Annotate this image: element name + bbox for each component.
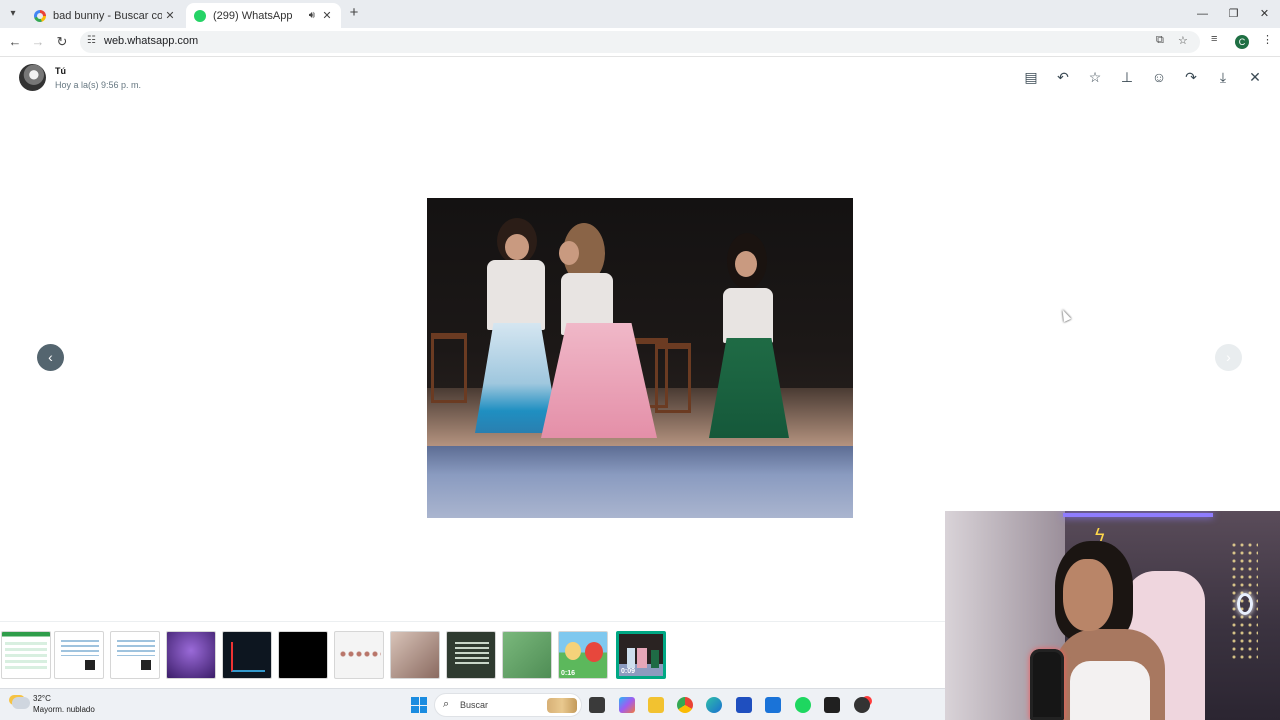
tab-title: (299) WhatsApp	[213, 9, 293, 22]
capcut-icon[interactable]	[824, 697, 840, 713]
thumbnail-spreadsheet[interactable]	[1, 631, 51, 679]
profile-avatar[interactable]: C	[1235, 35, 1249, 49]
forward-arrow-icon[interactable]: →	[29, 33, 47, 51]
task-view-icon[interactable]	[589, 697, 605, 713]
close-tab-icon[interactable]: ✕	[162, 9, 178, 22]
search-placeholder: Buscar	[460, 700, 489, 710]
download-icon[interactable]: ⤓	[1215, 69, 1231, 85]
thumbnail-document-qr[interactable]	[54, 631, 104, 679]
speaker-icon[interactable]: 🔊︎	[309, 10, 315, 21]
thumbnail-poster-dark[interactable]	[446, 631, 496, 679]
forward-icon[interactable]: ↷	[1183, 69, 1199, 85]
tab-title: bad bunny - Buscar con Google	[53, 9, 162, 22]
thumbnail-photo-green[interactable]	[502, 631, 552, 679]
google-icon	[34, 9, 46, 22]
emoji-icon[interactable]: ☺	[1151, 69, 1167, 85]
minimize-icon[interactable]: —	[1187, 0, 1218, 28]
close-icon[interactable]: ✕	[1247, 69, 1263, 85]
weather-temperature: 32°C	[33, 694, 51, 703]
outlook-icon[interactable]	[765, 697, 781, 713]
restore-icon[interactable]: ❐	[1218, 0, 1249, 28]
chrome-icon[interactable]	[677, 697, 693, 713]
new-tab-button[interactable]: +	[346, 5, 362, 21]
media-video-frame[interactable]	[427, 198, 853, 518]
taskbar-search[interactable]: ⌕ Buscar	[434, 693, 582, 717]
close-tab-icon[interactable]: ✕	[319, 9, 335, 22]
search-highlight-image	[547, 698, 577, 713]
thumbnail-black[interactable]	[278, 631, 328, 679]
streaming-app-icon[interactable]	[854, 697, 870, 713]
webcam-overlay: ϟ	[945, 511, 1280, 720]
browser-toolbar: ← → ↻ ☷ web.whatsapp.com ⧉ ☆ ≡ C ⋮	[0, 28, 1280, 57]
thumbnail-document-faces[interactable]	[334, 631, 384, 679]
bookmark-star-icon[interactable]: ☆	[1178, 34, 1188, 47]
streamer-top	[1070, 661, 1150, 720]
site-info-icon[interactable]: ☷	[87, 35, 96, 46]
sender-avatar[interactable]	[19, 64, 46, 91]
tab-google-search[interactable]: bad bunny - Buscar con Google ✕	[26, 3, 184, 28]
thumbnail-video-stage-selected[interactable]: 0:09	[616, 631, 666, 679]
sent-timestamp: Hoy a la(s) 9:56 p. m.	[55, 80, 142, 90]
star-icon[interactable]: ☆	[1087, 69, 1103, 85]
neon-light-strip	[1063, 513, 1213, 517]
weather-condition: Mayorm. nublado	[33, 705, 95, 714]
kebab-menu-icon[interactable]: ⋮	[1262, 33, 1273, 46]
spotify-icon[interactable]	[795, 697, 811, 713]
stage-front-edge	[427, 446, 853, 518]
weather-cloud-icon[interactable]	[12, 697, 30, 709]
edge-icon[interactable]	[706, 697, 722, 713]
pin-icon[interactable]: ⊥	[1119, 69, 1135, 85]
address-bar[interactable]: ☷ web.whatsapp.com ⧉ ☆	[80, 31, 1200, 53]
girl-pink-skirt	[541, 223, 657, 443]
window-controls: — ❐ ✕	[1187, 0, 1280, 28]
tab-search-chevron-icon[interactable]: ▾	[4, 5, 22, 23]
back-arrow-icon[interactable]: ←	[6, 33, 24, 51]
browser-tab-strip: ▾ bad bunny - Buscar con Google ✕ (299) …	[0, 0, 1280, 28]
video-duration: 0:09	[621, 668, 636, 675]
url-text[interactable]: web.whatsapp.com	[104, 35, 198, 47]
install-app-icon[interactable]: ⧉	[1156, 34, 1164, 47]
reload-icon[interactable]: ↻	[53, 33, 71, 51]
search-icon: ⌕	[443, 698, 450, 710]
windows-start-icon[interactable]	[411, 697, 427, 713]
media-thumbnail-strip: 0:16 0:09	[0, 621, 945, 685]
thumbnail-video-cartoon[interactable]: 0:16	[558, 631, 608, 679]
reply-icon[interactable]: ↶	[1055, 69, 1071, 85]
streamer-face	[1063, 559, 1113, 631]
whatsapp-icon	[194, 9, 206, 22]
thumbnail-photo-woman[interactable]	[390, 631, 440, 679]
previous-media-button[interactable]: ‹	[37, 344, 64, 371]
thumbnail-photo-purple[interactable]	[166, 631, 216, 679]
microphone	[1030, 649, 1064, 720]
girl-blue-skirt	[475, 218, 559, 438]
window-close-icon[interactable]: ✕	[1249, 0, 1280, 28]
sender-name: Tú	[55, 66, 66, 76]
copilot-icon[interactable]	[619, 697, 635, 713]
thumbnail-dark-chart[interactable]	[222, 631, 272, 679]
mouse-cursor-icon	[1058, 307, 1072, 323]
media-controls-icon[interactable]: ≡	[1211, 33, 1217, 45]
ring-light	[1237, 593, 1253, 615]
store-icon[interactable]	[736, 697, 752, 713]
windows-taskbar: 32°C Mayorm. nublado ⌕ Buscar	[0, 688, 945, 720]
tab-whatsapp[interactable]: (299) WhatsApp 🔊︎ ✕	[186, 3, 341, 28]
file-explorer-icon[interactable]	[648, 697, 664, 713]
thumbnail-document-qr[interactable]	[110, 631, 160, 679]
go-to-message-icon[interactable]: ▤	[1023, 69, 1039, 85]
girl-green-skirt	[705, 233, 795, 443]
chair	[431, 333, 467, 403]
next-media-button[interactable]: ›	[1215, 344, 1242, 371]
video-duration: 0:16	[561, 670, 576, 677]
chair	[655, 343, 691, 413]
media-viewer-header: Tú Hoy a la(s) 9:56 p. m. ▤ ↶ ☆ ⊥ ☺ ↷ ⤓ …	[0, 58, 1280, 102]
